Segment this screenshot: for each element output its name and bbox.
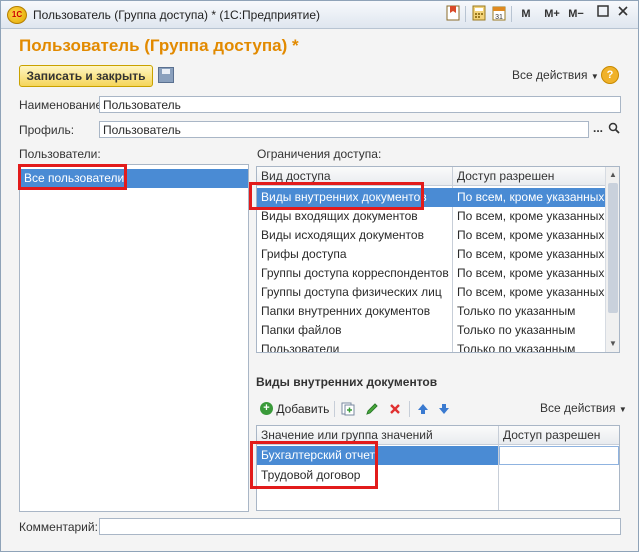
table-row[interactable]: Виды исходящих документов По всем, кроме… (257, 226, 605, 245)
users-label: Пользователи: (19, 147, 101, 161)
search-icon[interactable] (608, 122, 620, 134)
scrollbar-thumb[interactable] (608, 183, 618, 313)
table-row[interactable]: Грифы доступа По всем, кроме указанных (257, 245, 605, 264)
profile-label: Профиль: (19, 123, 75, 137)
close-icon[interactable] (615, 5, 631, 23)
add-button[interactable]: + Добавить (260, 401, 329, 416)
memory-subtract-button[interactable]: M− (565, 5, 587, 23)
window: 1С Пользователь (Группа доступа) * (1С:П… (0, 0, 639, 552)
table-cell: Папки файлов (261, 323, 342, 337)
values-all-actions-menu[interactable]: Все действия ▼ (540, 401, 627, 415)
move-up-icon[interactable] (416, 402, 430, 418)
app-logo-icon: 1С (7, 6, 27, 24)
table-row[interactable]: Пользователи Только по указанным (257, 340, 605, 353)
help-icon[interactable]: ? (601, 66, 619, 84)
table-row[interactable]: Группы доступа физических лиц По всем, к… (257, 283, 605, 302)
edit-icon[interactable] (365, 402, 379, 418)
save-and-close-button[interactable]: Записать и закрыть (19, 65, 153, 87)
save-icon[interactable] (158, 67, 174, 83)
profile-select-button[interactable]: ... (590, 121, 606, 138)
highlight-box (18, 164, 127, 190)
highlight-box (249, 182, 424, 210)
table-cell: Только по указанным (457, 304, 576, 318)
table-cell: Только по указанным (457, 342, 576, 353)
move-down-icon[interactable] (437, 402, 451, 418)
users-list[interactable]: Все пользователи (19, 164, 249, 512)
table-cell: По всем, кроме указанных (457, 209, 605, 223)
table-row[interactable]: Папки внутренних документов Только по ук… (257, 302, 605, 321)
profile-field[interactable]: Пользователь (99, 121, 589, 138)
bookmark-icon[interactable] (445, 5, 461, 23)
window-title: Пользователь (Группа доступа) * (1С:Пред… (33, 8, 321, 22)
scroll-up-icon[interactable]: ▲ (606, 169, 619, 181)
all-actions-menu[interactable]: Все действия ▼ (512, 68, 599, 82)
chevron-down-icon: ▼ (590, 72, 599, 81)
all-actions-label: Все действия (512, 68, 588, 82)
name-field[interactable]: Пользователь (99, 96, 621, 113)
comment-field[interactable] (99, 518, 621, 535)
memory-add-button[interactable]: M+ (541, 5, 563, 23)
values-all-actions-label: Все действия (540, 401, 616, 415)
memory-button[interactable]: M (519, 5, 533, 23)
maximize-icon[interactable] (595, 5, 611, 23)
table-cell: По всем, кроме указанных (457, 228, 605, 242)
table-cell: Виды исходящих документов (261, 228, 424, 242)
calculator-icon[interactable] (471, 5, 487, 23)
table-cell: Пользователи (261, 342, 340, 353)
table-cell: По всем, кроме указанных (457, 190, 605, 204)
comment-label: Комментарий: (19, 520, 98, 534)
delete-icon[interactable] (388, 402, 402, 418)
restrictions-label: Ограничения доступа: (257, 147, 382, 161)
table-cell: По всем, кроме указанных (457, 285, 605, 299)
title-bar: 1С Пользователь (Группа доступа) * (1С:П… (1, 1, 638, 29)
calendar-icon[interactable]: 31 (491, 5, 507, 23)
column-header-access-allowed[interactable]: Доступ разрешен (503, 426, 600, 444)
table-cell: Папки внутренних документов (261, 304, 431, 318)
chevron-down-icon: ▼ (618, 405, 627, 414)
name-label: Наименование: (19, 98, 106, 112)
table-cell: Группы доступа корреспондентов (261, 266, 449, 280)
add-icon: + (260, 402, 273, 416)
page-title: Пользователь (Группа доступа) * (19, 36, 299, 55)
table-cell: Только по указанным (457, 323, 576, 337)
table-cell: По всем, кроме указанных (457, 247, 605, 261)
scroll-down-icon[interactable]: ▼ (606, 338, 619, 350)
table-cell: Грифы доступа (261, 247, 347, 261)
column-header-access-allowed[interactable]: Доступ разрешен (457, 167, 554, 185)
add-button-label: Добавить (276, 401, 330, 416)
table-cell: Группы доступа физических лиц (261, 285, 442, 299)
table-row[interactable]: Группы доступа корреспондентов По всем, … (257, 264, 605, 283)
table-cell: По всем, кроме указанных (457, 266, 605, 280)
copy-icon[interactable] (341, 402, 355, 418)
section-title: Виды внутренних документов (256, 375, 438, 389)
svg-text:31: 31 (495, 14, 503, 21)
highlight-box (250, 441, 378, 489)
scrollbar[interactable]: ▲ ▼ (605, 167, 619, 352)
table-row[interactable]: Папки файлов Только по указанным (257, 321, 605, 340)
